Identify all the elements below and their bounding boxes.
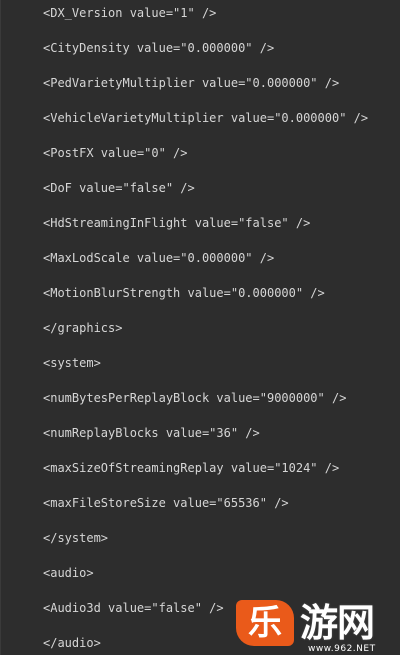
code-line: <numBytesPerReplayBlock value="9000000" … [43, 391, 347, 405]
code-line: <audio> [43, 566, 94, 580]
site-watermark-logo: 乐 游网 www.962.NET [236, 600, 398, 655]
code-line: <system> [43, 356, 101, 370]
watermark-badge: 乐 [236, 600, 294, 646]
code-line: </graphics> [43, 321, 123, 335]
code-line: </system> [43, 531, 109, 545]
code-line: <VehicleVarietyMultiplier value="0.00000… [43, 111, 369, 125]
code-line: <maxSizeOfStreamingReplay value="1024" /… [43, 461, 340, 475]
code-line: <MaxLodScale value="0.000000" /> [43, 251, 275, 265]
code-line: <HdStreamingInFlight value="false" /> [43, 216, 311, 230]
code-line: <PedVarietyMultiplier value="0.000000" /… [43, 76, 340, 90]
code-line: </audio> [43, 636, 101, 650]
code-line: <Audio3d value="false" /> [43, 601, 224, 615]
code-editor[interactable]: <DX_Version value="1" /> <CityDensity va… [0, 0, 400, 655]
code-line: <MotionBlurStrength value="0.000000" /> [43, 286, 325, 300]
watermark-url: www.962.NET [308, 644, 376, 654]
code-line: <CityDensity value="0.000000" /> [43, 41, 275, 55]
code-line: <maxFileStoreSize value="65536" /> [43, 496, 289, 510]
code-line: <DX_Version value="1" /> [43, 6, 217, 20]
code-line: <PostFX value="0" /> [43, 146, 188, 160]
watermark-text: 游网 [300, 601, 375, 645]
code-line: <numReplayBlocks value="36" /> [43, 426, 260, 440]
code-line: <DoF value="false" /> [43, 181, 195, 195]
